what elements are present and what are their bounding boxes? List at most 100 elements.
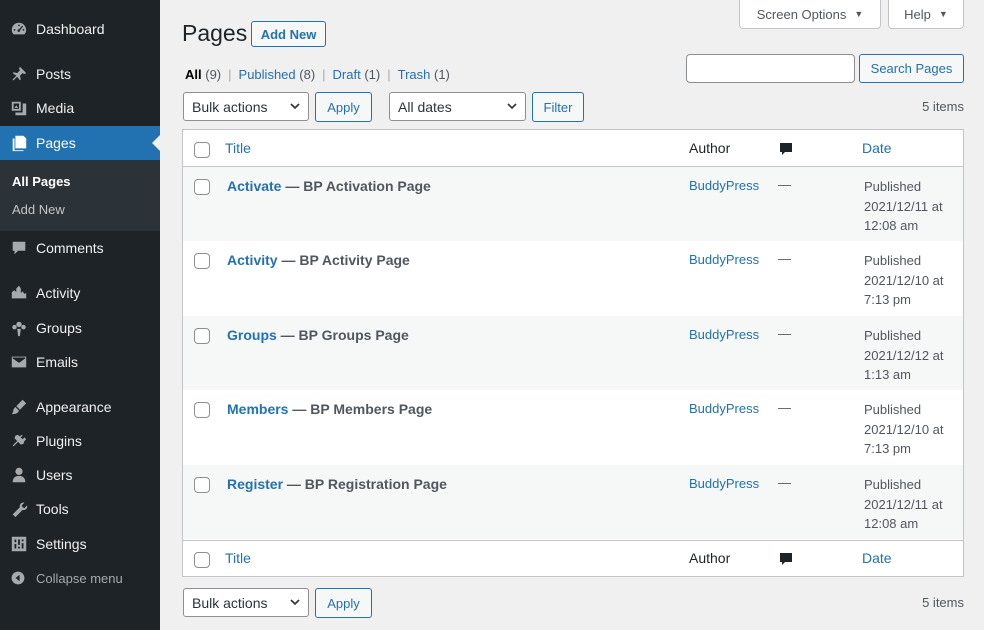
email-icon — [0, 345, 36, 379]
filter-trash-label: Trash — [397, 67, 431, 82]
filter-draft-label: Draft — [332, 67, 361, 82]
row-title: Register — BP Registration Page — [227, 476, 447, 492]
pin-icon — [0, 57, 36, 91]
row-title-link[interactable]: Members — [227, 401, 288, 417]
sidebar-item-label: Users — [36, 467, 73, 483]
row-status: Published — [864, 179, 922, 194]
column-title-sort[interactable]: Title — [225, 550, 251, 566]
sidebar-item-label: Posts — [36, 66, 72, 82]
apply-button[interactable]: Apply — [315, 92, 372, 122]
row-author-link[interactable]: BuddyPress — [689, 327, 759, 342]
pages-icon — [0, 126, 36, 160]
sidebar-item-label: Pages — [36, 135, 76, 151]
filter-trash[interactable]: Trash (1) — [398, 67, 450, 82]
filter-all[interactable]: All (9) — [185, 67, 221, 82]
dashboard-icon — [0, 12, 36, 46]
submenu-add-new[interactable]: Add New — [12, 202, 65, 217]
bulk-actions-value: Bulk actions — [192, 98, 268, 115]
row-checkbox[interactable] — [194, 402, 210, 418]
select-all-checkbox[interactable] — [194, 142, 210, 158]
screen-options-label: Screen Options — [756, 6, 847, 22]
filter-published[interactable]: Published (8) — [239, 67, 316, 82]
sidebar-item-groups[interactable]: Groups — [0, 311, 160, 345]
dates-select[interactable]: All dates — [389, 92, 526, 121]
sidebar-item-label: Emails — [36, 354, 79, 370]
row-checkbox[interactable] — [194, 477, 210, 493]
filter-count: (1) — [434, 67, 450, 82]
comment-icon[interactable] — [779, 142, 793, 156]
row-author-link[interactable]: BuddyPress — [689, 401, 759, 416]
table-row: Register — BP Registration Page BuddyPre… — [183, 465, 963, 539]
sidebar-item-label: Appearance — [36, 399, 112, 415]
search-input[interactable] — [686, 54, 855, 83]
submenu-all-pages[interactable]: All Pages — [12, 174, 71, 189]
column-date-sort[interactable]: Date — [862, 140, 892, 156]
row-title-link[interactable]: Register — [227, 476, 283, 492]
chevron-down-icon — [507, 103, 517, 110]
help-button[interactable]: Help ▼ — [888, 0, 964, 29]
settings-icon — [0, 527, 36, 561]
collapse-menu-button[interactable]: Collapse menu — [0, 565, 160, 591]
row-date: Published 2021/12/11 at 12:08 am — [864, 177, 959, 236]
row-comments: — — [778, 251, 791, 266]
column-date-sort[interactable]: Date — [862, 550, 892, 566]
bulk-actions-select-bottom[interactable]: Bulk actions — [183, 588, 309, 617]
row-checkbox[interactable] — [194, 179, 210, 195]
sidebar-item-appearance[interactable]: Appearance — [0, 390, 160, 424]
help-label: Help — [904, 6, 931, 22]
sidebar-item-activity[interactable]: Activity — [0, 276, 160, 310]
row-author-link[interactable]: BuddyPress — [689, 476, 759, 491]
select-all-checkbox[interactable] — [194, 552, 210, 568]
table-row: Members — BP Members Page BuddyPress — P… — [183, 390, 963, 464]
add-new-button[interactable]: Add New — [251, 21, 326, 47]
column-title-sort[interactable]: Title — [225, 140, 251, 156]
row-author-link[interactable]: BuddyPress — [689, 252, 759, 267]
row-date-time: 12:08 am — [864, 218, 919, 233]
status-filter-links: All (9) | Published (8) | Draft (1) | Tr… — [185, 67, 450, 82]
row-date: Published 2021/12/10 at 7:13 pm — [864, 400, 959, 459]
comment-icon — [0, 231, 36, 265]
search-pages-button[interactable]: Search Pages — [859, 54, 964, 83]
row-title-link[interactable]: Activity — [227, 252, 278, 268]
sidebar-item-tools[interactable]: Tools — [0, 492, 160, 526]
pages-table: Title Author Date Activate — BP Activati… — [182, 129, 964, 577]
apply-button-bottom[interactable]: Apply — [315, 588, 372, 618]
row-title-link[interactable]: Activate — [227, 178, 281, 194]
comment-icon[interactable] — [779, 552, 793, 566]
filter-button[interactable]: Filter — [532, 92, 584, 122]
plug-icon — [0, 424, 36, 458]
caret-down-icon: ▼ — [854, 9, 864, 19]
admin-sidebar: Dashboard Posts Media Pages All Pages Ad… — [0, 0, 160, 630]
row-title-suffix: — BP Activity Page — [281, 252, 410, 268]
wrench-icon — [0, 492, 36, 526]
sidebar-item-pages[interactable]: Pages — [0, 126, 160, 160]
row-author-link[interactable]: BuddyPress — [689, 178, 759, 193]
sidebar-item-users[interactable]: Users — [0, 458, 160, 492]
sidebar-item-plugins[interactable]: Plugins — [0, 424, 160, 458]
filter-draft[interactable]: Draft (1) — [333, 67, 381, 82]
sidebar-item-comments[interactable]: Comments — [0, 231, 160, 265]
bulk-actions-select[interactable]: Bulk actions — [183, 92, 309, 121]
sidebar-item-label: Groups — [36, 320, 82, 336]
sidebar-item-label: Activity — [36, 285, 81, 301]
filter-count: (8) — [299, 67, 316, 82]
sidebar-item-label: Tools — [36, 501, 69, 517]
row-status: Published — [864, 253, 922, 268]
column-author: Author — [689, 550, 731, 566]
sidebar-item-label: Comments — [36, 240, 104, 256]
row-date: Published 2021/12/10 at 7:13 pm — [864, 251, 959, 310]
sidebar-item-media[interactable]: Media — [0, 91, 160, 125]
row-title-suffix: — BP Activation Page — [285, 178, 431, 194]
row-date-time: 7:13 pm — [864, 441, 911, 456]
user-icon — [0, 458, 36, 492]
row-checkbox[interactable] — [194, 328, 210, 344]
sidebar-item-emails[interactable]: Emails — [0, 345, 160, 379]
items-count-bottom: 5 items — [922, 595, 964, 610]
screen-options-button[interactable]: Screen Options ▼ — [739, 0, 881, 29]
sidebar-item-dashboard[interactable]: Dashboard — [0, 12, 160, 46]
sidebar-item-posts[interactable]: Posts — [0, 57, 160, 91]
column-author: Author — [689, 140, 731, 156]
sidebar-item-settings[interactable]: Settings — [0, 527, 160, 561]
row-checkbox[interactable] — [194, 253, 210, 269]
row-title-link[interactable]: Groups — [227, 327, 277, 343]
